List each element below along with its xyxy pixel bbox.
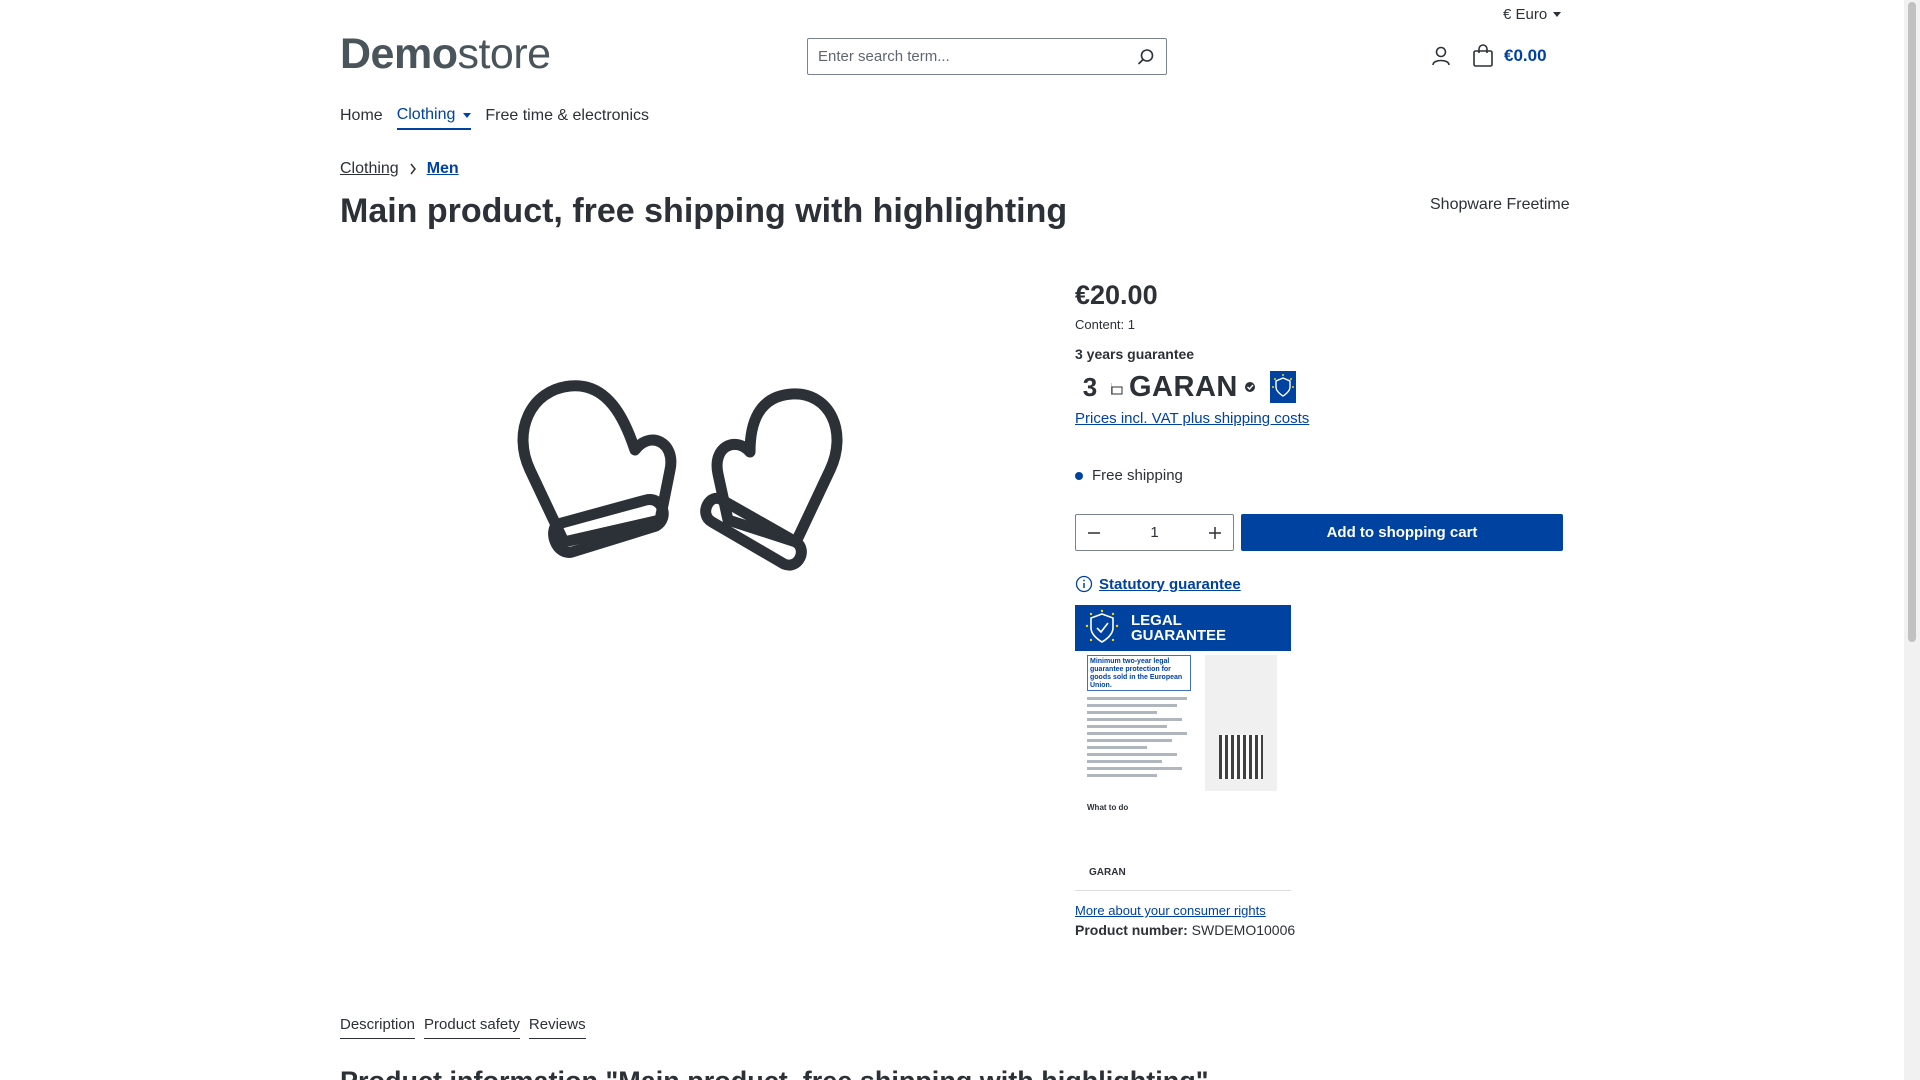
checkmark-badge-icon	[1244, 382, 1255, 392]
guarantee-heading: 3 years guarantee	[1075, 346, 1195, 362]
page-scrollbar[interactable]	[1904, 0, 1920, 1080]
guarantee-word: GARAN	[1129, 370, 1238, 403]
product-page: € Euro Demostore €0.00 Home Clothing Fre…	[0, 0, 1904, 1080]
product-content: Content: 1	[1075, 317, 1135, 332]
nav-item-free-time-electronics[interactable]: Free time & electronics	[485, 106, 649, 130]
product-image[interactable]	[500, 370, 880, 590]
cart-total: €0.00	[1504, 46, 1547, 65]
consumer-rights-link[interactable]: More about your consumer rights	[1075, 903, 1565, 918]
legal-guarantee-notice[interactable]: LEGAL GUARANTEE Minimum two-year legal g…	[1075, 605, 1291, 891]
manufacturer-link[interactable]: Shopware Freetime	[1430, 196, 1570, 214]
breadcrumb-item-men[interactable]: Men	[427, 160, 459, 178]
currency-dropdown[interactable]: € Euro	[1503, 6, 1562, 23]
logo-bold-text: Demo	[340, 30, 458, 78]
info-icon	[1075, 575, 1093, 593]
quantity-decrease-button[interactable]	[1076, 515, 1112, 550]
user-icon	[1432, 46, 1450, 66]
scrollbar-thumb[interactable]	[1908, 2, 1916, 642]
legal-guarantee-body: Minimum two-year legal guarantee protect…	[1075, 651, 1291, 891]
legal-side-panel	[1205, 655, 1277, 791]
qr-code	[1219, 735, 1263, 779]
store-logo[interactable]: Demostore	[340, 30, 551, 79]
buy-form: 1 Add to shopping cart	[1075, 514, 1565, 551]
eu-shield-icon	[1085, 609, 1119, 643]
cart-button[interactable]: €0.00	[1472, 44, 1547, 68]
tab-product-safety[interactable]: Product safety	[424, 1016, 520, 1039]
quantity-input[interactable]: 1	[1112, 524, 1197, 541]
legal-text-lines	[1087, 697, 1197, 781]
legal-info-box: Minimum two-year legal guarantee protect…	[1087, 655, 1191, 691]
chevron-down-icon	[463, 112, 472, 118]
search-button[interactable]	[1126, 39, 1166, 74]
chevron-right-icon	[410, 163, 416, 175]
legal-guarantee-title: LEGAL GUARANTEE	[1131, 613, 1226, 643]
search-icon	[1138, 48, 1154, 64]
delivery-info: Free shipping	[1075, 467, 1565, 484]
product-detail-tabs: Description Product safety Reviews	[340, 1016, 586, 1039]
product-price: €20.00	[1075, 280, 1158, 310]
currency-label: € Euro	[1503, 6, 1548, 23]
guarantee-years: 3	[1082, 371, 1098, 402]
account-button[interactable]	[1430, 45, 1452, 67]
plus-icon	[1209, 526, 1221, 539]
legal-garan-logo: GARAN	[1089, 867, 1126, 878]
main-navigation: Home Clothing Free time & electronics	[340, 106, 649, 130]
search-input[interactable]	[808, 39, 1126, 74]
legal-title-line-2: GUARANTEE	[1131, 627, 1227, 644]
search-bar	[807, 38, 1167, 75]
legal-title-line-1: LEGAL	[1131, 612, 1182, 629]
nav-item-label: Free time & electronics	[485, 107, 649, 124]
buy-box: €20.00 Content: 1 3 years guarantee 3 GA…	[1075, 280, 1565, 938]
nav-item-label: Clothing	[396, 106, 456, 123]
statutory-guarantee: Statutory guarantee	[1075, 575, 1565, 593]
shopping-bag-icon	[1473, 44, 1493, 67]
tab-description[interactable]: Description	[340, 1016, 416, 1039]
chevron-down-icon	[1553, 12, 1562, 17]
product-number-label: Product number:	[1075, 922, 1188, 938]
quantity-stepper: 1	[1075, 514, 1234, 551]
nav-item-clothing[interactable]: Clothing	[396, 106, 472, 130]
nav-item-home[interactable]: Home	[340, 106, 383, 130]
statutory-guarantee-link[interactable]: Statutory guarantee	[1099, 576, 1241, 593]
product-title: Main product, free shipping with highlig…	[340, 192, 1068, 230]
legal-what-to-do: What to do	[1087, 803, 1129, 812]
vat-shipping-link[interactable]: Prices incl. VAT plus shipping costs	[1075, 410, 1565, 427]
logo-light-text: store	[457, 30, 551, 78]
minus-icon	[1088, 531, 1100, 534]
bag-small-icon	[1111, 383, 1123, 395]
quantity-increase-button[interactable]	[1197, 515, 1233, 550]
product-number-value: SWDEMO10006	[1191, 922, 1296, 938]
nav-item-label: Home	[340, 107, 383, 124]
shipping-text: Free shipping	[1092, 467, 1183, 484]
description-heading: Product information "Main product, free …	[340, 1066, 1209, 1080]
eu-shield-icon	[1269, 371, 1296, 403]
legal-guarantee-header: LEGAL GUARANTEE	[1075, 605, 1291, 651]
add-to-cart-button[interactable]: Add to shopping cart	[1241, 514, 1563, 551]
tab-reviews[interactable]: Reviews	[528, 1016, 586, 1039]
breadcrumb-item-clothing[interactable]: Clothing	[340, 160, 399, 178]
status-dot-icon	[1075, 471, 1083, 480]
guarantee-label: 3 GARAN	[1075, 368, 1565, 406]
product-number: Product number: SWDEMO10006	[1075, 922, 1565, 938]
mittens-icon	[517, 380, 843, 571]
breadcrumb: Clothing Men	[340, 160, 459, 178]
